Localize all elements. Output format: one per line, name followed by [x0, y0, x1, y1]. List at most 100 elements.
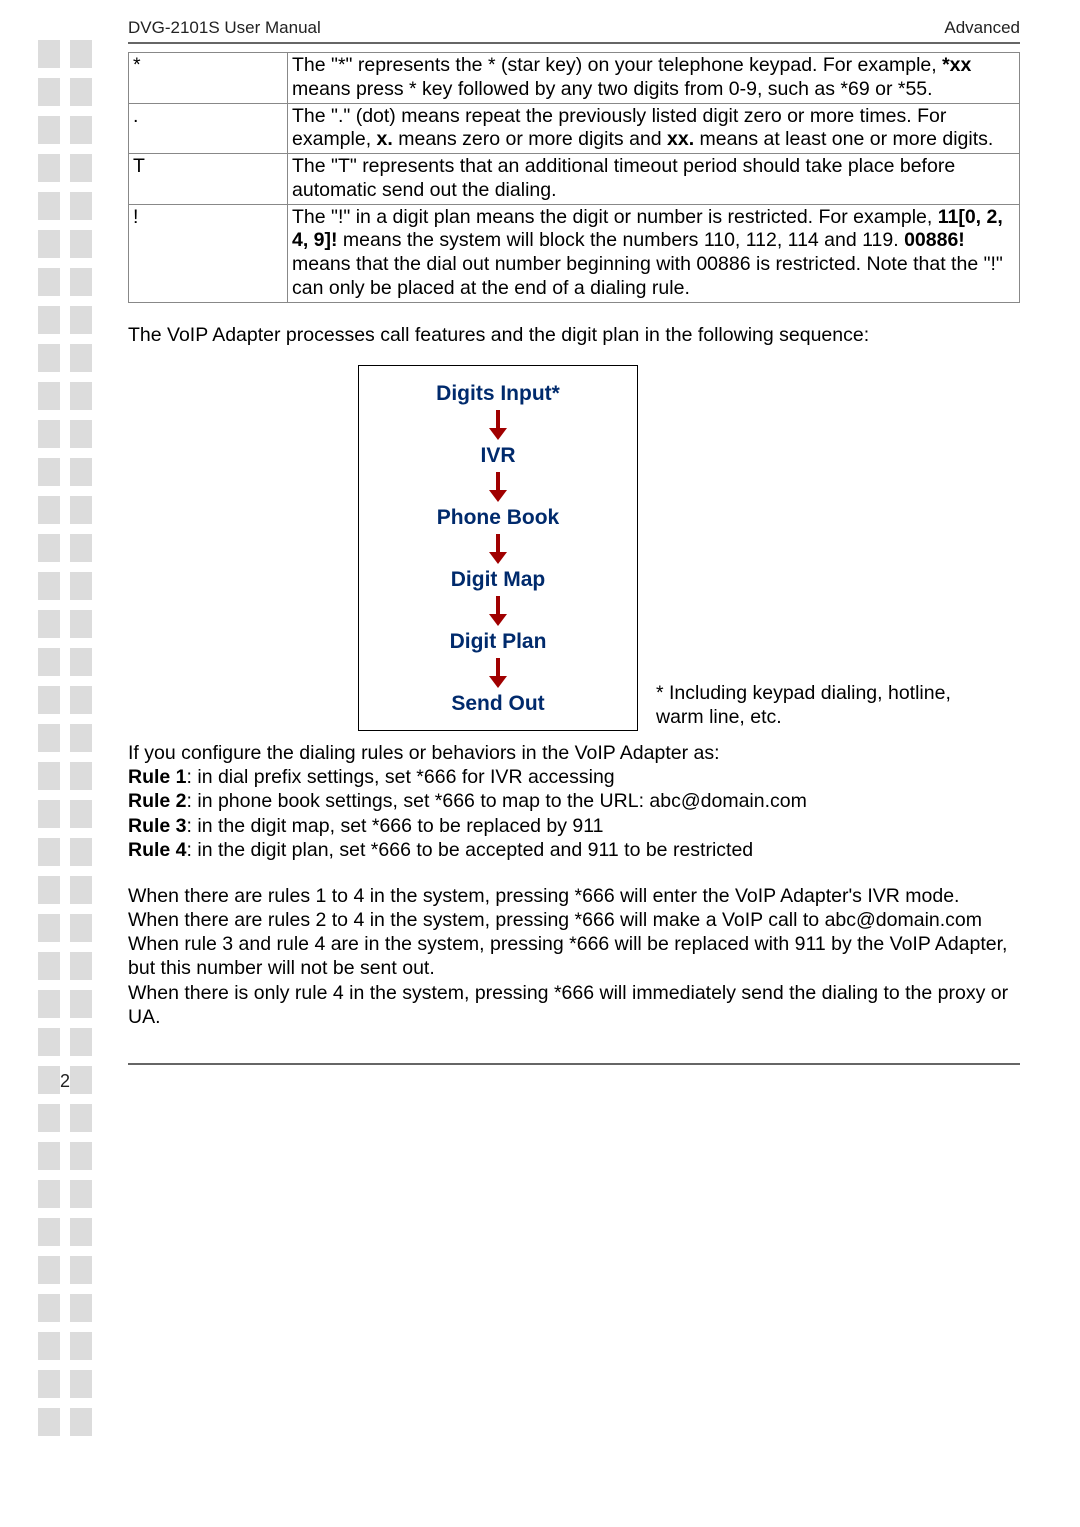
stripe-block	[38, 952, 60, 980]
page: DVG-2101S User Manual Advanced *The "*" …	[0, 0, 1080, 1527]
stripe-block	[70, 420, 92, 448]
rule-line: Rule 3: in the digit map, set *666 to be…	[128, 814, 1020, 838]
stripe-block	[70, 116, 92, 144]
stripe-block	[38, 762, 60, 790]
header-left: DVG-2101S User Manual	[128, 18, 321, 38]
stripe-block	[70, 40, 92, 68]
flow-note: * Including keypad dialing, hotline, war…	[656, 681, 956, 731]
arrow-down-icon	[489, 534, 507, 564]
stripe-block	[38, 1370, 60, 1398]
flow-box: Digits Input* IVR Phone Book Digit Map Digit…	[358, 365, 638, 731]
left-decoration	[0, 40, 138, 1527]
stripe-block	[38, 192, 60, 220]
stripe-block	[38, 1142, 60, 1170]
arrow-down-icon	[489, 596, 507, 626]
stripe-block	[38, 686, 60, 714]
stripe-block	[38, 306, 60, 334]
table-row: *The "*" represents the * (star key) on …	[129, 53, 1020, 104]
stripe-block	[38, 382, 60, 410]
stripe-block	[70, 724, 92, 752]
stripe-block	[38, 724, 60, 752]
rule-line: Rule 2: in phone book settings, set *666…	[128, 789, 1020, 813]
rules-block: If you configure the dialing rules or be…	[128, 741, 1020, 862]
stripe-block	[38, 154, 60, 182]
stripe-block	[38, 800, 60, 828]
stripe-block	[70, 192, 92, 220]
stripe-block	[38, 78, 60, 106]
flow-step: Send Out	[451, 692, 544, 716]
stripe-block	[70, 1256, 92, 1284]
stripe-block	[70, 1294, 92, 1322]
description-cell: The "T" represents that an additional ti…	[288, 154, 1020, 205]
stripe-block	[38, 648, 60, 676]
stripe-block	[38, 1408, 60, 1436]
rule-line: Rule 4: in the digit plan, set *666 to b…	[128, 838, 1020, 862]
rule-line: Rule 1: in dial prefix settings, set *66…	[128, 765, 1020, 789]
stripe-block	[70, 838, 92, 866]
symbol-table-body: *The "*" represents the * (star key) on …	[129, 53, 1020, 303]
flow-step: Digit Plan	[450, 630, 547, 654]
stripe-column-2	[70, 40, 92, 1527]
footer-divider	[128, 1063, 1020, 1065]
intro-paragraph: The VoIP Adapter processes call features…	[128, 323, 1020, 347]
stripe-block	[70, 1218, 92, 1246]
flow-step: Digit Map	[451, 568, 546, 592]
stripe-block	[70, 230, 92, 258]
page-number: 26	[58, 1071, 1020, 1092]
page-header: DVG-2101S User Manual Advanced	[128, 0, 1020, 42]
rule-text: : in the digit map, set *666 to be repla…	[187, 815, 604, 837]
stripe-block	[70, 1028, 92, 1056]
scenario-line: When there are rules 1 to 4 in the syste…	[128, 884, 1020, 908]
table-row: !The "!" in a digit plan means the digit…	[129, 204, 1020, 302]
stripe-block	[70, 268, 92, 296]
flow-container: Digits Input* IVR Phone Book Digit Map Digit…	[128, 365, 1020, 731]
stripe-block	[38, 268, 60, 296]
stripe-block	[38, 1218, 60, 1246]
stripe-block	[38, 496, 60, 524]
stripe-block	[70, 534, 92, 562]
stripe-block	[38, 116, 60, 144]
rule-text: : in phone book settings, set *666 to ma…	[187, 790, 807, 812]
stripe-block	[38, 990, 60, 1018]
stripe-block	[70, 610, 92, 638]
stripe-block	[38, 40, 60, 68]
scenario-line: When there are rules 2 to 4 in the syste…	[128, 908, 1020, 932]
stripe-block	[70, 1104, 92, 1132]
stripe-block	[38, 1028, 60, 1056]
stripe-block	[70, 914, 92, 942]
scenarios-block: When there are rules 1 to 4 in the syste…	[128, 884, 1020, 1029]
stripe-block	[70, 78, 92, 106]
rules-intro: If you configure the dialing rules or be…	[128, 741, 1020, 765]
symbol-cell: .	[129, 103, 288, 154]
scenario-line: When there is only rule 4 in the system,…	[128, 981, 1020, 1029]
stripe-block	[38, 838, 60, 866]
symbol-cell: *	[129, 53, 288, 104]
stripe-block	[70, 990, 92, 1018]
rule-text: : in the digit plan, set *666 to be acce…	[187, 839, 754, 861]
stripe-block	[38, 876, 60, 904]
stripe-block	[38, 572, 60, 600]
stripe-block	[70, 1180, 92, 1208]
stripe-block	[70, 382, 92, 410]
flow-step: IVR	[480, 444, 515, 468]
stripe-block	[70, 458, 92, 486]
stripe-block	[38, 1066, 60, 1094]
stripe-block	[70, 876, 92, 904]
header-divider	[128, 42, 1020, 44]
stripe-block	[70, 1142, 92, 1170]
stripe-block	[70, 572, 92, 600]
table-row: TThe "T" represents that an additional t…	[129, 154, 1020, 205]
arrow-down-icon	[489, 658, 507, 688]
stripe-block	[70, 344, 92, 372]
table-row: .The "." (dot) means repeat the previous…	[129, 103, 1020, 154]
stripe-block	[38, 458, 60, 486]
content-area: DVG-2101S User Manual Advanced *The "*" …	[128, 0, 1020, 1092]
rule-text: : in dial prefix settings, set *666 for …	[187, 766, 615, 788]
stripe-block	[38, 1104, 60, 1132]
stripe-block	[70, 496, 92, 524]
flow-step: Phone Book	[437, 506, 560, 530]
stripe-block	[38, 1180, 60, 1208]
stripe-block	[70, 1332, 92, 1360]
stripe-block	[38, 534, 60, 562]
flow-step: Digits Input*	[436, 382, 560, 406]
